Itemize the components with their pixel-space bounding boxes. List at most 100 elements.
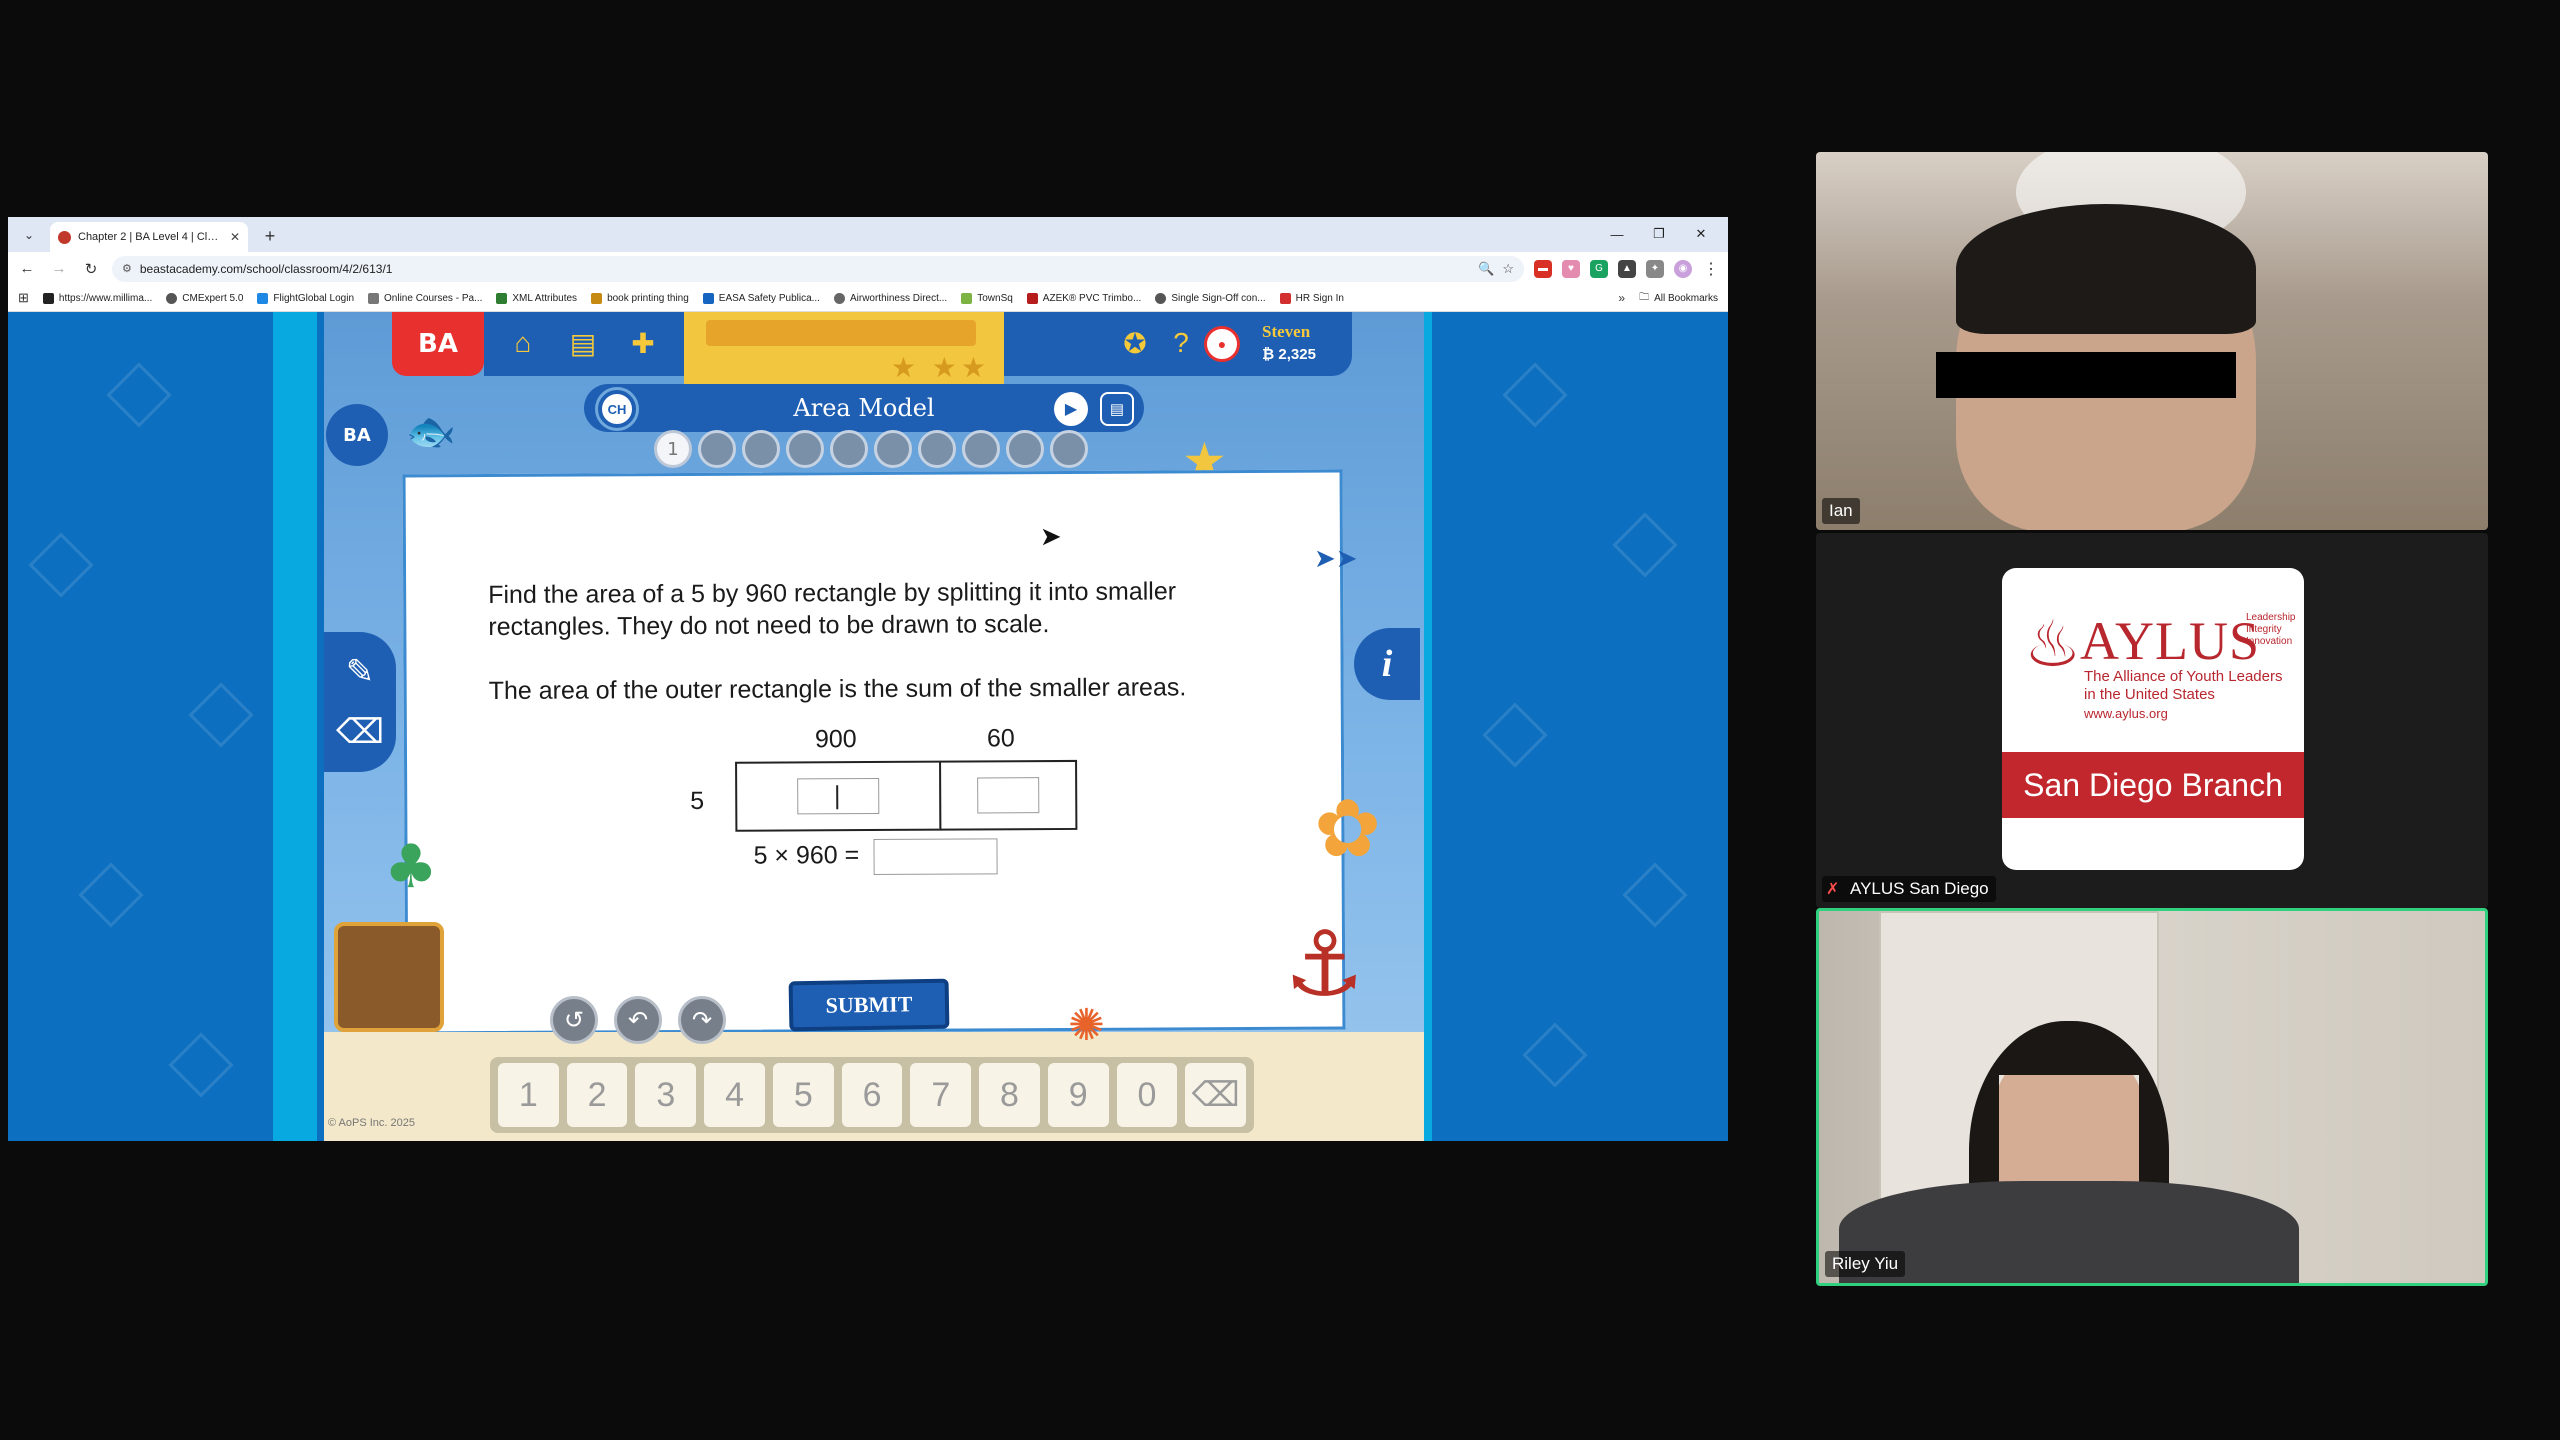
bookmark-item[interactable]: EASA Safety Publica...: [702, 292, 820, 304]
close-window-icon[interactable]: ✕: [1680, 221, 1722, 247]
pattern-shape: [1502, 362, 1568, 428]
restore-icon[interactable]: ❐: [1638, 221, 1680, 247]
problem-dot[interactable]: 1: [654, 430, 692, 468]
beast-academy-logo[interactable]: BA: [392, 312, 484, 376]
aylus-subtitle: The Alliance of Youth Leaders in the Uni…: [2084, 668, 2283, 703]
torch-icon: ♨: [2024, 608, 2082, 682]
bookmark-item[interactable]: XML Attributes: [496, 292, 577, 304]
equation-label: 5 × 960 =: [753, 841, 860, 870]
redo-icon[interactable]: ↷: [678, 996, 726, 1044]
new-tab-button[interactable]: +: [256, 222, 284, 250]
pixel-sunglasses: [1936, 352, 2236, 398]
bookmark-item[interactable]: Airworthiness Direct...: [833, 292, 947, 304]
site-info-icon[interactable]: ⚙: [122, 262, 132, 275]
bookmark-item[interactable]: HR Sign In: [1279, 292, 1344, 304]
key-6[interactable]: 6: [841, 1063, 903, 1127]
bookmark-item[interactable]: book printing thing: [591, 292, 689, 304]
pattern-shape: [168, 1032, 234, 1098]
award-icon[interactable]: ✪: [1116, 324, 1154, 362]
bookmark-favicon-icon: [368, 292, 380, 304]
submit-button[interactable]: SUBMIT: [788, 978, 950, 1032]
participant-video-riley[interactable]: Riley Yiu: [1816, 908, 2488, 1286]
book-icon[interactable]: ▤: [564, 324, 602, 362]
key-4[interactable]: 4: [704, 1063, 765, 1127]
chapter-progress: ★ ★★: [684, 312, 1004, 392]
total-area-input[interactable]: [873, 838, 998, 876]
extension-dark-icon[interactable]: ▲: [1618, 259, 1636, 278]
problem-dot[interactable]: [742, 430, 780, 468]
zoom-icon[interactable]: 🔍: [1478, 261, 1494, 277]
problem-dot[interactable]: [874, 430, 912, 468]
problem-dot[interactable]: [918, 430, 956, 468]
problem-dot[interactable]: [1050, 430, 1088, 468]
mouse-pointer-icon: ➤: [1039, 522, 1062, 553]
problem-dot[interactable]: [786, 430, 824, 468]
browser-tab[interactable]: Chapter 2 | BA Level 4 | Classro ✕: [50, 222, 248, 252]
participant-name: AYLUS San Diego: [1822, 876, 1996, 902]
bookmark-item[interactable]: AZEK® PVC Trimbo...: [1026, 292, 1141, 304]
key-9[interactable]: 9: [1047, 1063, 1109, 1127]
bookmark-star-icon[interactable]: ☆: [1502, 261, 1514, 277]
puzzle-icon[interactable]: ✚: [624, 324, 662, 362]
problem-dot[interactable]: [962, 430, 1000, 468]
key-2[interactable]: 2: [566, 1063, 628, 1127]
area-input-60[interactable]: [977, 777, 1040, 814]
home-icon[interactable]: ⌂: [504, 324, 542, 362]
bookmark-item[interactable]: Single Sign-Off con...: [1155, 292, 1266, 304]
key-0[interactable]: 0: [1116, 1063, 1178, 1127]
key-1[interactable]: 1: [498, 1063, 559, 1127]
reload-icon[interactable]: ↻: [80, 258, 102, 280]
key-5[interactable]: 5: [772, 1063, 834, 1127]
reset-icon[interactable]: ↺: [550, 996, 598, 1044]
tab-list-button[interactable]: ⌄: [14, 221, 44, 249]
bookmark-item[interactable]: FlightGlobal Login: [257, 292, 354, 304]
copyright-text: © AoPS Inc. 2025: [328, 1117, 415, 1129]
bookmarks-overflow-button[interactable]: »: [1618, 291, 1625, 305]
pattern-shape: [78, 862, 144, 928]
progress-bar: [706, 320, 976, 346]
text-caret: [836, 785, 839, 810]
extension-pink-icon[interactable]: ♥: [1562, 259, 1580, 278]
key-7[interactable]: 7: [910, 1063, 972, 1127]
user-avatar-icon[interactable]: ●: [1204, 326, 1240, 362]
extension-green-icon[interactable]: G: [1590, 259, 1608, 278]
info-icon[interactable]: i: [1354, 628, 1420, 700]
problem-dot[interactable]: [698, 430, 736, 468]
key-8[interactable]: 8: [979, 1063, 1040, 1127]
participant-video-ian[interactable]: Ian: [1816, 152, 2488, 530]
site-favicon-icon: [58, 230, 71, 244]
key-3[interactable]: 3: [635, 1063, 697, 1127]
profile-avatar-icon[interactable]: ◉: [1674, 259, 1692, 278]
guide-book-icon[interactable]: ▤: [1100, 392, 1134, 426]
coral-icon: ✿: [1314, 782, 1382, 875]
chapter-badge[interactable]: CH: [598, 390, 636, 428]
problem-dot[interactable]: [830, 430, 868, 468]
user-name[interactable]: Steven: [1262, 322, 1310, 342]
browser-menu-icon[interactable]: ⋮: [1702, 259, 1720, 279]
all-bookmarks-button[interactable]: 🗀 All Bookmarks: [1639, 290, 1718, 307]
extension-red-icon[interactable]: ▬: [1534, 259, 1552, 278]
eraser-icon[interactable]: ⌫: [334, 706, 386, 758]
undo-icon[interactable]: ↶: [614, 996, 662, 1044]
play-video-icon[interactable]: ▶: [1054, 392, 1088, 426]
url-input[interactable]: ⚙ beastacademy.com/school/classroom/4/2/…: [112, 255, 1524, 282]
forward-icon[interactable]: →: [48, 258, 70, 280]
help-icon[interactable]: ?: [1162, 324, 1200, 362]
game-area: ⌂ ▤ ✚ ✪ ? ⚙ BA ★ ★★ ● Steven ₿ 2,325: [324, 312, 1424, 1141]
apps-grid-icon[interactable]: ⊞: [18, 290, 29, 306]
pencil-icon[interactable]: ✎: [334, 646, 386, 698]
close-tab-icon[interactable]: ✕: [230, 230, 240, 244]
back-icon[interactable]: ←: [16, 258, 38, 280]
minimize-icon[interactable]: —: [1596, 221, 1638, 247]
bookmark-item[interactable]: TownSq: [961, 292, 1013, 304]
bookmark-item[interactable]: CMExpert 5.0: [166, 292, 243, 304]
area-input-900[interactable]: [797, 777, 880, 815]
problem-dot[interactable]: [1006, 430, 1044, 468]
participant-video-aylus[interactable]: ♨ AYLUS Leadership Integrity Innovation …: [1816, 533, 2488, 908]
extensions-puzzle-icon[interactable]: ✦: [1646, 259, 1664, 278]
backspace-key[interactable]: ⌫: [1185, 1063, 1247, 1127]
area-cell-60: [939, 759, 1078, 831]
lesson-header: Area Model CH ▶ ▤: [584, 384, 1144, 432]
bookmark-item[interactable]: https://www.millima...: [42, 292, 152, 304]
bookmark-item[interactable]: Online Courses - Pa...: [368, 292, 482, 304]
